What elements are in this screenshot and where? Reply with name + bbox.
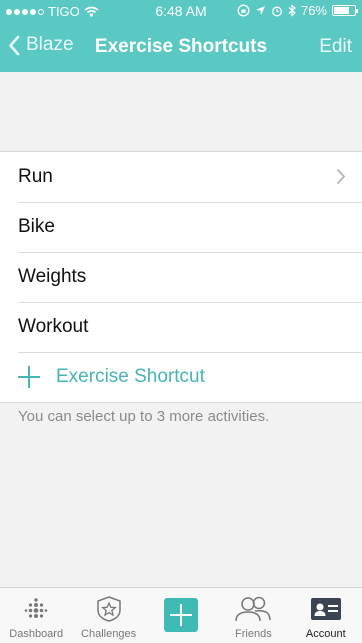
chevron-right-icon	[337, 169, 346, 184]
tab-bar: Dashboard Challenges Friends Account	[0, 587, 362, 643]
tab-add[interactable]	[145, 588, 217, 643]
tab-label: Challenges	[81, 628, 137, 640]
header: TIGO 6:48 AM 76% Blaze Exercise Shortcut…	[0, 0, 362, 72]
tab-label: Friends	[235, 628, 272, 640]
tab-account[interactable]: Account	[290, 588, 362, 643]
status-bar: TIGO 6:48 AM 76%	[0, 0, 362, 22]
nav-bar: Blaze Exercise Shortcuts Edit	[0, 22, 362, 72]
status-right: 76%	[237, 3, 358, 18]
account-card-icon	[310, 598, 341, 620]
add-shortcut-label: Exercise Shortcut	[56, 366, 205, 387]
add-exercise-shortcut-button[interactable]: Exercise Shortcut	[0, 352, 362, 402]
shortcut-row-bike[interactable]: Bike	[0, 202, 362, 252]
shortcut-label: Bike	[18, 216, 55, 237]
dashboard-dots-icon	[24, 598, 48, 618]
shortcut-label: Run	[18, 166, 53, 187]
edit-button[interactable]: Edit	[319, 36, 352, 58]
tab-dashboard[interactable]: Dashboard	[0, 588, 72, 643]
star-badge-icon	[96, 596, 121, 622]
bluetooth-icon	[288, 4, 296, 17]
battery-icon	[332, 5, 358, 16]
friends-icon	[235, 596, 272, 622]
battery-percent: 76%	[300, 3, 327, 18]
location-icon	[255, 6, 265, 15]
plus-icon	[163, 598, 198, 632]
page-title: Exercise Shortcuts	[94, 36, 268, 57]
tab-label: Dashboard	[9, 628, 64, 640]
plus-icon	[18, 366, 40, 388]
lock-rotation-icon	[237, 4, 250, 17]
hint-text: You can select up to 3 more activities.	[18, 408, 270, 425]
shortcut-row-weights[interactable]: Weights	[0, 252, 362, 302]
shortcut-label: Weights	[18, 266, 87, 287]
shortcut-list: Run Bike Weights Workout Exercise Shortc…	[0, 151, 362, 403]
tab-challenges[interactable]: Challenges	[73, 588, 145, 643]
shortcut-label: Workout	[18, 316, 89, 337]
shortcut-row-workout[interactable]: Workout	[0, 302, 362, 352]
alarm-icon	[272, 6, 282, 16]
tab-friends[interactable]: Friends	[217, 588, 289, 643]
tab-label: Account	[305, 628, 346, 640]
shortcut-row-run[interactable]: Run	[0, 152, 362, 202]
